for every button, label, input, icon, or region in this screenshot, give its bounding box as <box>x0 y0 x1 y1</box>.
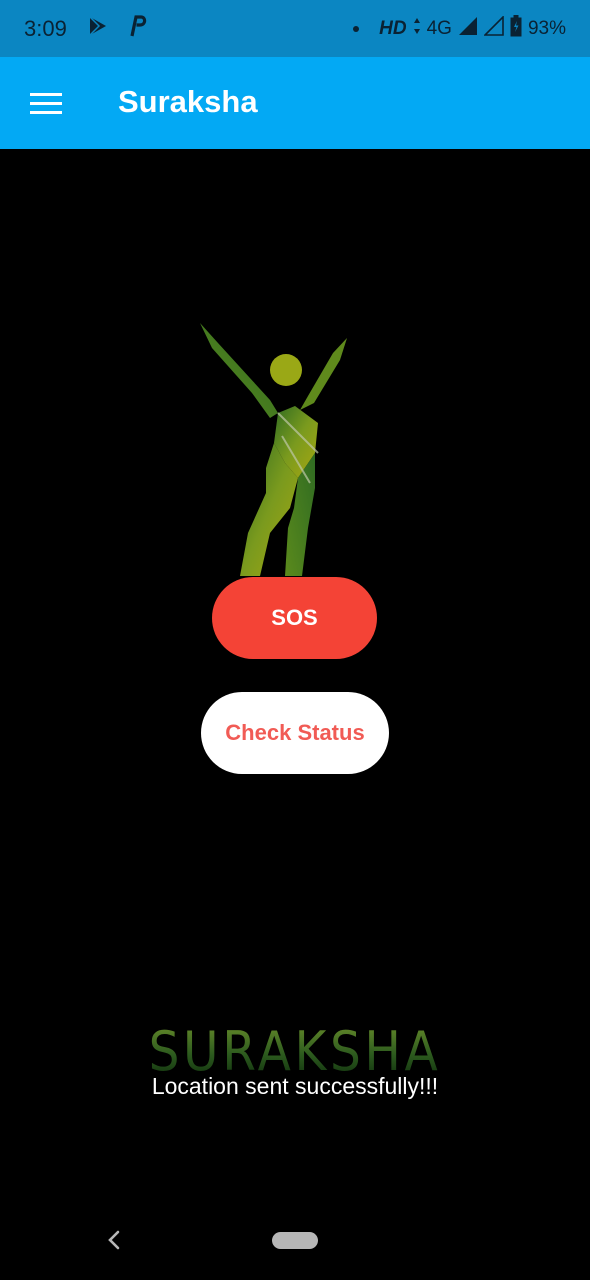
status-bar-right: HD 4G 93% <box>353 14 566 43</box>
menu-icon[interactable] <box>30 93 62 115</box>
notification-dot-icon <box>353 25 360 32</box>
signal-icon <box>458 16 478 42</box>
app-title: Suraksha <box>118 84 258 119</box>
hd-indicator: HD <box>379 17 407 39</box>
data-arrows-icon <box>413 17 421 41</box>
battery-level: 93% <box>527 17 566 39</box>
signal-empty-icon <box>483 14 504 42</box>
status-time: 3:09 <box>24 15 67 41</box>
network-type: 4G <box>426 17 452 39</box>
pay-icon <box>129 15 147 42</box>
check-status-button[interactable]: Check Status <box>201 692 389 774</box>
play-store-icon <box>87 15 109 42</box>
status-bar: 3:09 HD 4G 93% <box>0 0 590 57</box>
toast-message: Location sent successfully!!! <box>151 1073 439 1099</box>
home-pill-button[interactable] <box>272 1232 318 1249</box>
suraksha-logo-figure <box>190 318 360 588</box>
sos-button[interactable]: SOS <box>212 577 377 659</box>
back-icon[interactable] <box>104 1228 124 1252</box>
status-bar-left: 3:09 <box>24 15 147 42</box>
app-bar: Suraksha <box>0 57 590 149</box>
battery-icon <box>510 14 522 43</box>
